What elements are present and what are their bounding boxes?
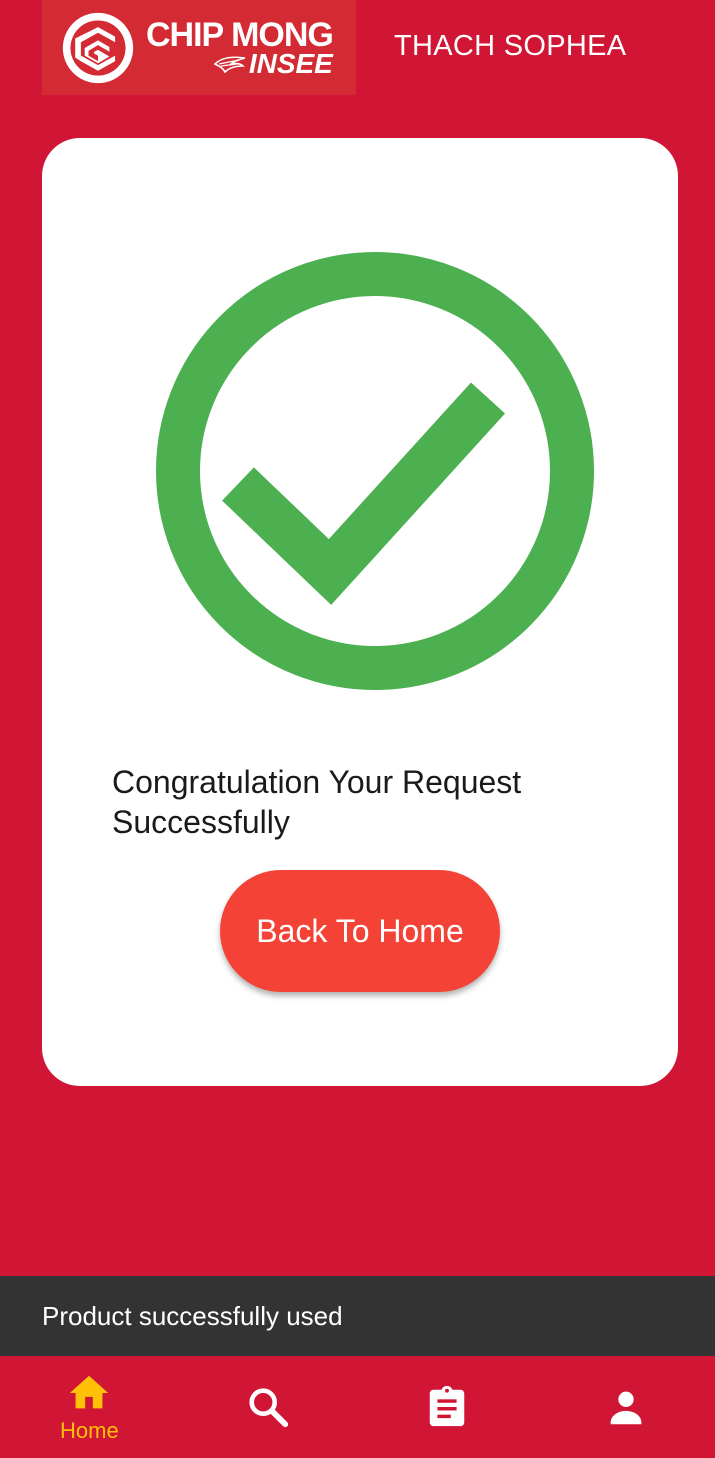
nav-item-profile[interactable] xyxy=(536,1356,715,1458)
nav-item-clipboard[interactable] xyxy=(358,1356,537,1458)
nav-label-home: Home xyxy=(60,1418,119,1443)
chip-mong-logo-icon xyxy=(62,12,134,83)
snackbar: Product successfully used xyxy=(0,1276,715,1356)
snackbar-message: Product successfully used xyxy=(42,1300,343,1331)
nav-item-search[interactable] xyxy=(179,1356,358,1458)
success-card: Congratulation Your Request Successfully… xyxy=(42,138,678,1086)
success-message: Congratulation Your Request Successfully xyxy=(112,764,522,840)
logo-line-insee: INSEE xyxy=(248,47,333,79)
logo-wordmark: CHIP MONG INSEE xyxy=(146,15,334,79)
home-icon xyxy=(70,1375,109,1409)
eagle-icon xyxy=(213,55,246,73)
back-to-home-button[interactable]: Back To Home xyxy=(220,870,500,992)
check-circle-icon xyxy=(156,252,594,690)
clipboard-icon xyxy=(429,1385,465,1427)
nav-item-home[interactable]: Home xyxy=(0,1356,179,1458)
search-icon xyxy=(249,1388,289,1428)
person-icon xyxy=(610,1391,641,1425)
logo-line-chip-mong: CHIP MONG xyxy=(146,15,334,54)
brand-logo: CHIP MONG INSEE xyxy=(42,0,356,95)
success-screen: CHIP MONG INSEE THACH SOPHEA Congratulat… xyxy=(0,0,715,1458)
bottom-navigation: Home xyxy=(0,1356,715,1458)
user-name: THACH SOPHEA xyxy=(394,30,627,62)
